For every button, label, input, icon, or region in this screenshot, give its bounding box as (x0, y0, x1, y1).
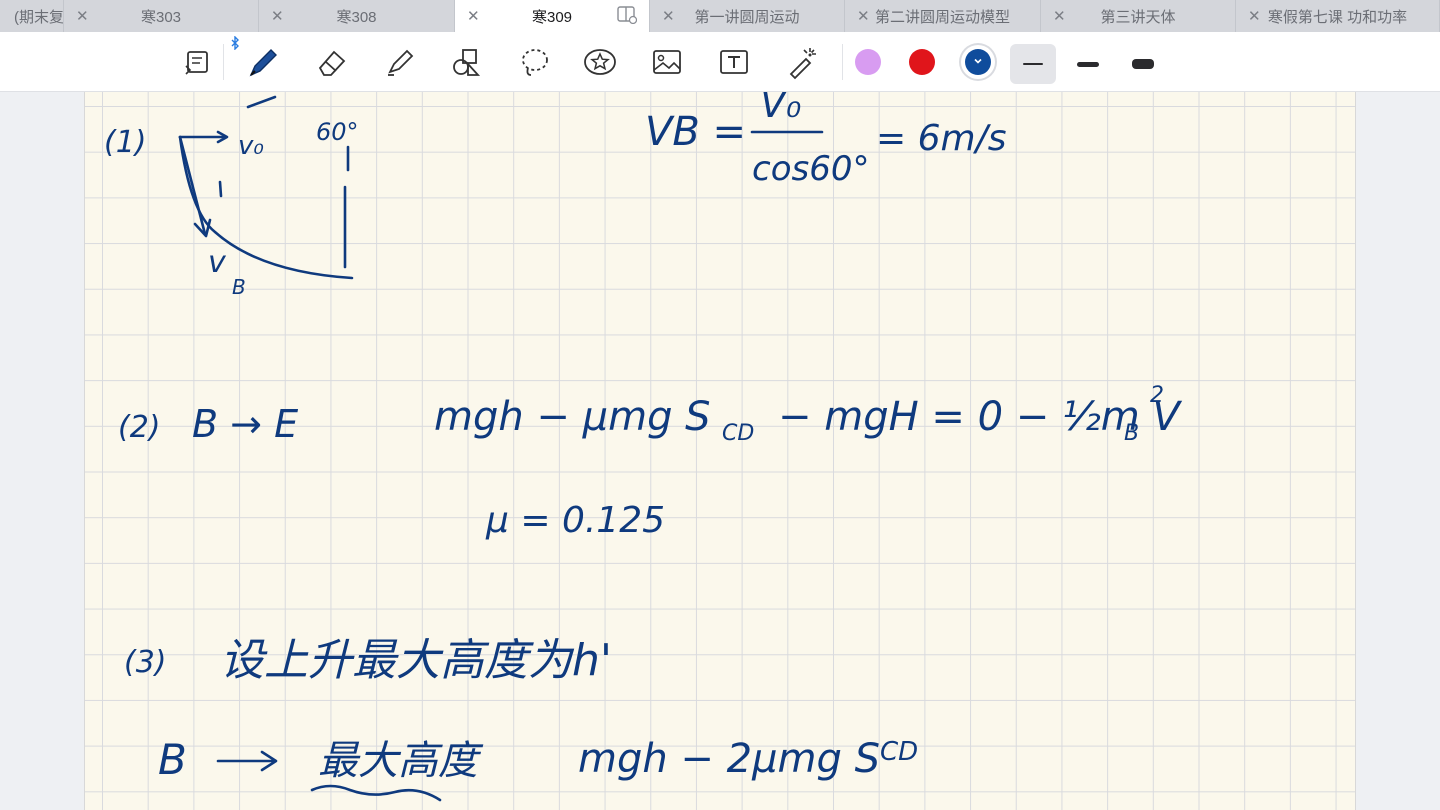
tab-6[interactable]: ✕ 第三讲天体 (1041, 0, 1236, 32)
tab-label: 第三讲天体 (1100, 8, 1176, 26)
thickness-thin[interactable] (1010, 44, 1056, 84)
toolbar-divider (223, 44, 224, 80)
close-tab-icon[interactable]: ✕ (662, 7, 675, 25)
tab-label: 寒303 (140, 8, 182, 26)
thickness-medium[interactable] (1065, 44, 1111, 84)
tab-3[interactable]: ✕ 寒309 (455, 0, 650, 32)
bluetooth-icon (228, 36, 242, 50)
tab-label: 第二讲圆周运动模型 (874, 8, 1010, 26)
highlighter-icon[interactable] (378, 40, 422, 84)
note-canvas[interactable]: (1) v₀ 60° v B VB = V₀ cos60° = 6m/s (2)… (0, 92, 1440, 810)
close-tab-icon[interactable]: ✕ (271, 7, 284, 25)
laser-pointer-icon[interactable] (780, 40, 824, 84)
image-icon[interactable] (645, 40, 689, 84)
close-tab-icon[interactable]: ✕ (1053, 7, 1066, 25)
page-toggle-icon[interactable] (176, 40, 220, 84)
toolbar-divider (842, 44, 843, 80)
note-page[interactable] (84, 92, 1356, 810)
shapes-icon[interactable] (444, 40, 488, 84)
sticker-icon[interactable] (578, 40, 622, 84)
tab-4[interactable]: ✕ 第一讲圆周运动 (650, 0, 845, 32)
color-swatch-red[interactable] (909, 49, 935, 75)
color-swatch-violet[interactable] (855, 49, 881, 75)
tab-label: 寒假第七课 功和功率 (1267, 8, 1408, 26)
close-tab-icon[interactable]: ✕ (76, 7, 89, 25)
tab-5[interactable]: ✕ 第二讲圆周运动模型 (845, 0, 1041, 32)
close-tab-icon[interactable]: ✕ (467, 7, 480, 25)
toolbar (0, 32, 1440, 92)
tab-label: 第一讲圆周运动 (694, 8, 800, 26)
thickness-thick[interactable] (1120, 44, 1166, 84)
close-tab-icon[interactable]: ✕ (857, 7, 870, 25)
split-view-icon[interactable] (617, 6, 637, 24)
lasso-icon[interactable] (512, 40, 556, 84)
chevron-down-icon (974, 58, 982, 64)
tab-label: (期末复习) 第一讲 (14, 8, 64, 26)
eraser-icon[interactable] (310, 40, 354, 84)
tab-bar: (期末复习) 第一讲 ✕ 寒303 ✕ 寒308 ✕ 寒309 ✕ 第一讲圆周运… (0, 0, 1440, 32)
close-tab-icon[interactable]: ✕ (1248, 7, 1261, 25)
tab-2[interactable]: ✕ 寒308 (259, 0, 455, 32)
tab-label: 寒308 (336, 8, 377, 26)
tab-0[interactable]: (期末复习) 第一讲 (0, 0, 64, 32)
tab-7[interactable]: ✕ 寒假第七课 功和功率 (1236, 0, 1440, 32)
text-box-icon[interactable] (712, 40, 756, 84)
pen-icon[interactable] (240, 40, 284, 84)
color-swatch-blue[interactable] (965, 49, 991, 75)
tab-label: 寒309 (531, 8, 573, 26)
tab-1[interactable]: ✕ 寒303 (64, 0, 259, 32)
